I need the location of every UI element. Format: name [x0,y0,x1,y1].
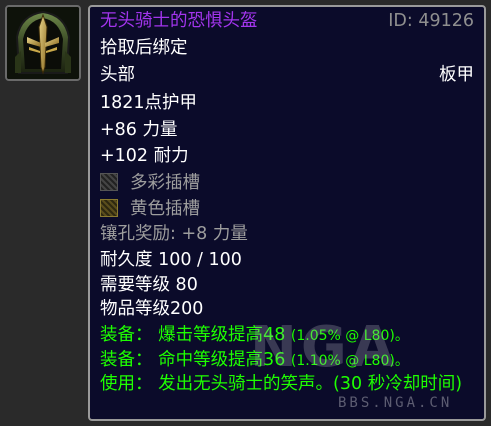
socket-label: 多彩插槽 [130,173,200,193]
item-tooltip: 无头骑士的恐惧头盔 ID: 49126 拾取后绑定 头部 板甲 1821点护甲 … [88,5,486,421]
item-name-row: 无头骑士的恐惧头盔 ID: 49126 [100,9,474,33]
item-level-text: 物品等级200 [100,299,204,319]
equip-effect-detail: (1.05% @ L80)。 [290,328,409,344]
armor-type-text: 板甲 [439,65,474,85]
prismatic-socket-icon [100,173,118,191]
helmet-icon[interactable] [5,5,81,81]
use-prefix: 使用： [100,374,153,394]
durability-row: 耐久度 100 / 100 [100,248,474,272]
slot-text: 头部 [100,65,135,85]
use-effect-row: 使用： 发出无头骑士的笑声。(30 秒冷却时间) [100,372,472,396]
stat-row: +86 力量 [100,118,474,142]
use-effect-text: 发出无头骑士的笑声。(30 秒冷却时间) [152,374,463,394]
yellow-socket-icon [100,199,118,217]
stat-stamina: +102 耐力 [100,146,189,166]
equip-effect-row: 装备： 命中等级提高36 (1.10% @ L80)。 [100,348,474,373]
socket-bonus-row: 镶孔奖励: +8 力量 [100,222,474,246]
socket-row: 多彩插槽 [100,171,474,195]
equip-prefix: 装备： [100,325,153,345]
equip-effect-row: 装备： 爆击等级提高48 (1.05% @ L80)。 [100,323,474,348]
socket-label: 黄色插槽 [130,199,200,219]
stat-row: +102 耐力 [100,144,474,168]
required-level-row: 需要等级 80 [100,273,474,297]
socket-bonus-text: 镶孔奖励: +8 力量 [100,224,248,244]
equip-effect-detail: (1.10% @ L80)。 [290,353,409,369]
binding-text: 拾取后绑定 [100,38,188,58]
equip-prefix: 装备： [100,350,153,370]
durability-text: 耐久度 100 / 100 [100,250,242,270]
slot-row: 头部 板甲 [100,63,474,87]
socket-row: 黄色插槽 [100,197,474,221]
stat-strength: +86 力量 [100,120,178,140]
binding-row: 拾取后绑定 [100,36,474,60]
item-id: ID: 49126 [388,11,474,31]
equip-effect-text: 命中等级提高36 [152,350,291,370]
screenshot-stage: 无头骑士的恐惧头盔 ID: 49126 拾取后绑定 头部 板甲 1821点护甲 … [0,0,491,426]
item-level-row: 物品等级200 [100,297,474,321]
equip-effect-text: 爆击等级提高48 [152,325,291,345]
armor-text: 1821点护甲 [100,93,198,113]
required-level-text: 需要等级 80 [100,275,198,295]
item-name: 无头骑士的恐惧头盔 [100,11,258,31]
armor-row: 1821点护甲 [100,91,474,115]
